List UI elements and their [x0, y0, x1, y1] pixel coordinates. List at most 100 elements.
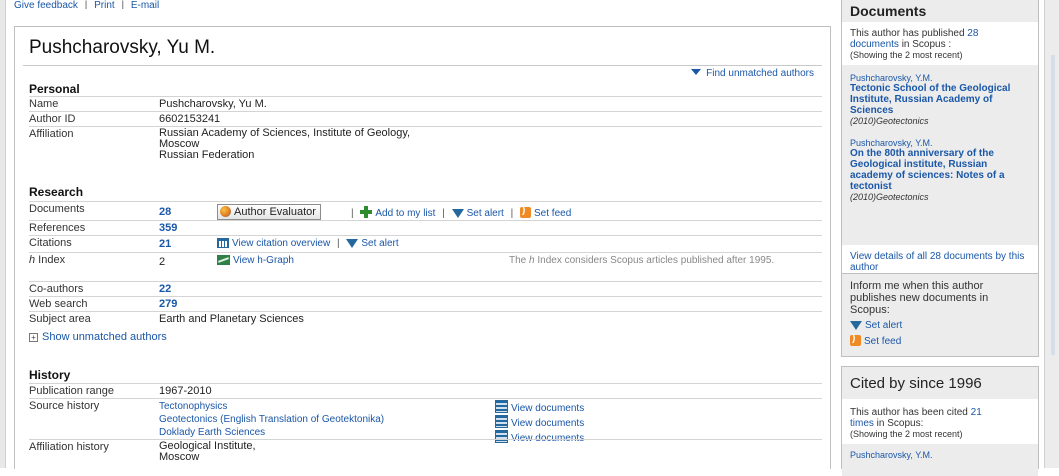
add-to-list-label: Add to my list — [375, 208, 436, 219]
source-link[interactable]: Geotectonics (English Translation of Geo… — [159, 413, 384, 426]
author-evaluator-button[interactable]: Author Evaluator — [217, 204, 321, 220]
scrollbar-thumb[interactable] — [1051, 55, 1055, 355]
citation-set-alert-label: Set alert — [361, 238, 399, 249]
give-feedback-link[interactable]: Give feedback — [14, 0, 78, 9]
author-id-value: 6602153241 — [159, 113, 221, 125]
view-documents-link[interactable]: View documents — [495, 415, 584, 430]
published-documents-link[interactable]: documents — [850, 39, 899, 50]
table-row: Source history Tectonophysics Geotectoni… — [29, 398, 822, 444]
affiliation-history-value: Geological Institute, Moscow — [159, 441, 256, 463]
view-documents-label: View documents — [511, 418, 585, 429]
table-row: Citations 21 View citation overview | Se… — [29, 235, 822, 252]
alert-icon — [850, 321, 862, 330]
set-alert-link[interactable]: Set alert — [451, 208, 504, 219]
published-post: in Scopus : — [898, 39, 952, 50]
cited-pre: This author has been cited — [850, 407, 971, 418]
subject-area-label: Subject area — [29, 313, 91, 325]
author-profile-panel: Pushcharovsky, Yu M. Find unmatched auth… — [14, 26, 831, 469]
recent-documents-list: Pushcharovsky, Y.M. Tectonic School of t… — [842, 65, 1038, 245]
add-to-list-link[interactable]: Add to my list — [360, 206, 436, 219]
author-id-label: Author ID — [29, 113, 76, 125]
find-unmatched-label: Find unmatched authors — [706, 68, 814, 79]
table-row: Web search 279 — [29, 296, 822, 311]
doc-title-link[interactable]: Tectonic School of the Geological Instit… — [850, 83, 1030, 116]
set-alert-label: Set alert — [466, 208, 504, 219]
doc-author-link[interactable]: Pushcharovsky, Y.M. — [850, 138, 1030, 148]
globe-icon — [220, 206, 231, 217]
documents-icon — [495, 415, 508, 428]
doc-author-link[interactable]: Pushcharovsky, Y.M. — [850, 73, 1030, 83]
published-count-link[interactable]: 28 — [967, 28, 978, 39]
expand-plus-icon: + — [29, 333, 38, 342]
name-value: Pushcharovsky, Yu M. — [159, 98, 267, 110]
scrollbar[interactable] — [1044, 0, 1059, 468]
find-unmatched-authors-link[interactable]: Find unmatched authors — [691, 68, 814, 79]
cited-author-link[interactable]: Pushcharovsky, Y.M. — [850, 450, 1030, 460]
references-count-link[interactable]: 359 — [159, 222, 177, 234]
documents-count-link[interactable]: 28 — [159, 206, 171, 218]
print-link[interactable]: Print — [94, 0, 115, 9]
citation-actions: View citation overview | Set alert — [217, 238, 399, 249]
source-link[interactable]: Tectonophysics — [159, 400, 384, 413]
table-row: Affiliation Russian Academy of Sciences,… — [29, 126, 822, 175]
coauthors-count-link[interactable]: 22 — [159, 283, 171, 295]
show-unmatched-authors-link[interactable]: + Show unmatched authors — [29, 331, 167, 343]
cited-post: in Scopus: — [873, 418, 924, 429]
section-heading-history: History — [29, 368, 71, 382]
sidebar-set-alert-link[interactable]: Set alert — [842, 318, 1038, 333]
affiliation-value: Russian Academy of Sciences, Institute o… — [159, 128, 410, 161]
table-row: Co-authors 22 — [29, 281, 822, 296]
published-pre: This author has published — [850, 28, 968, 39]
view-citation-overview-link[interactable]: View citation overview — [217, 238, 330, 249]
section-heading-research: Research — [29, 185, 84, 199]
sidebar-set-feed-link[interactable]: Set feed — [842, 333, 1038, 349]
cited-count-link[interactable]: 21 — [971, 407, 982, 418]
alert-box: Inform me when this author publishes new… — [841, 274, 1039, 357]
view-documents-label: View documents — [511, 403, 585, 414]
personal-table: Name Pushcharovsky, Yu M. Author ID 6602… — [29, 96, 822, 175]
set-feed-link[interactable]: Set feed — [520, 205, 571, 219]
list-item: Pushcharovsky, Y.M. Tectonic School of t… — [850, 73, 1030, 126]
sidebar-set-alert-label: Set alert — [865, 320, 903, 331]
affiliation-history-label: Affiliation history — [29, 441, 109, 453]
web-search-label: Web search — [29, 298, 88, 310]
alert-icon — [451, 209, 464, 218]
table-row: Author ID 6602153241 — [29, 111, 822, 126]
sidebar-set-feed-label: Set feed — [864, 336, 902, 347]
citation-set-alert-link[interactable]: Set alert — [346, 238, 399, 249]
cited-by-heading: Cited by since 1996 — [842, 367, 1038, 399]
table-row: Name Pushcharovsky, Yu M. — [29, 96, 822, 111]
documents-box-heading: Documents — [842, 0, 1038, 22]
affiliation-history-line: Moscow — [159, 451, 200, 463]
list-item: Pushcharovsky, Y.M. On the 80th annivers… — [850, 138, 1030, 202]
affiliation-label: Affiliation — [29, 128, 74, 140]
view-h-graph-link[interactable]: View h-Graph — [217, 255, 294, 266]
source-link[interactable]: Doklady Earth Sciences — [159, 426, 384, 439]
cited-documents-list: Pushcharovsky, Y.M. — [842, 444, 1038, 476]
affiliation-line: Russian Federation — [159, 149, 255, 161]
toolbar-separator: | — [121, 0, 125, 9]
bar-chart-icon — [217, 238, 229, 248]
rss-feed-icon — [850, 333, 861, 346]
view-documents-link[interactable]: View documents — [495, 400, 584, 415]
publication-range-label: Publication range — [29, 385, 115, 397]
cited-times-link[interactable]: times — [850, 418, 874, 429]
action-separator: | — [351, 208, 354, 219]
plus-icon — [360, 206, 373, 218]
doc-source: (2010)Geotectonics — [850, 116, 929, 126]
h-graph-actions: View h-Graph — [217, 255, 294, 266]
doc-source: (2010)Geotectonics — [850, 192, 929, 202]
page-title: Pushcharovsky, Yu M. — [29, 37, 216, 58]
triangle-down-icon — [691, 69, 702, 75]
doc-title-link[interactable]: On the 80th anniversary of the Geologica… — [850, 148, 1030, 192]
web-search-count-link[interactable]: 279 — [159, 298, 177, 310]
action-separator: | — [510, 208, 514, 219]
citations-count-link[interactable]: 21 — [159, 238, 171, 250]
view-citation-overview-label: View citation overview — [232, 238, 331, 249]
window-left-edge — [0, 0, 6, 468]
citations-label: Citations — [29, 237, 72, 249]
rss-feed-icon — [520, 205, 532, 218]
documents-box: Documents This author has published 28 d… — [841, 0, 1039, 274]
showing-note: (Showing the 2 most recent) — [850, 50, 963, 60]
email-link[interactable]: E-mail — [131, 0, 159, 9]
